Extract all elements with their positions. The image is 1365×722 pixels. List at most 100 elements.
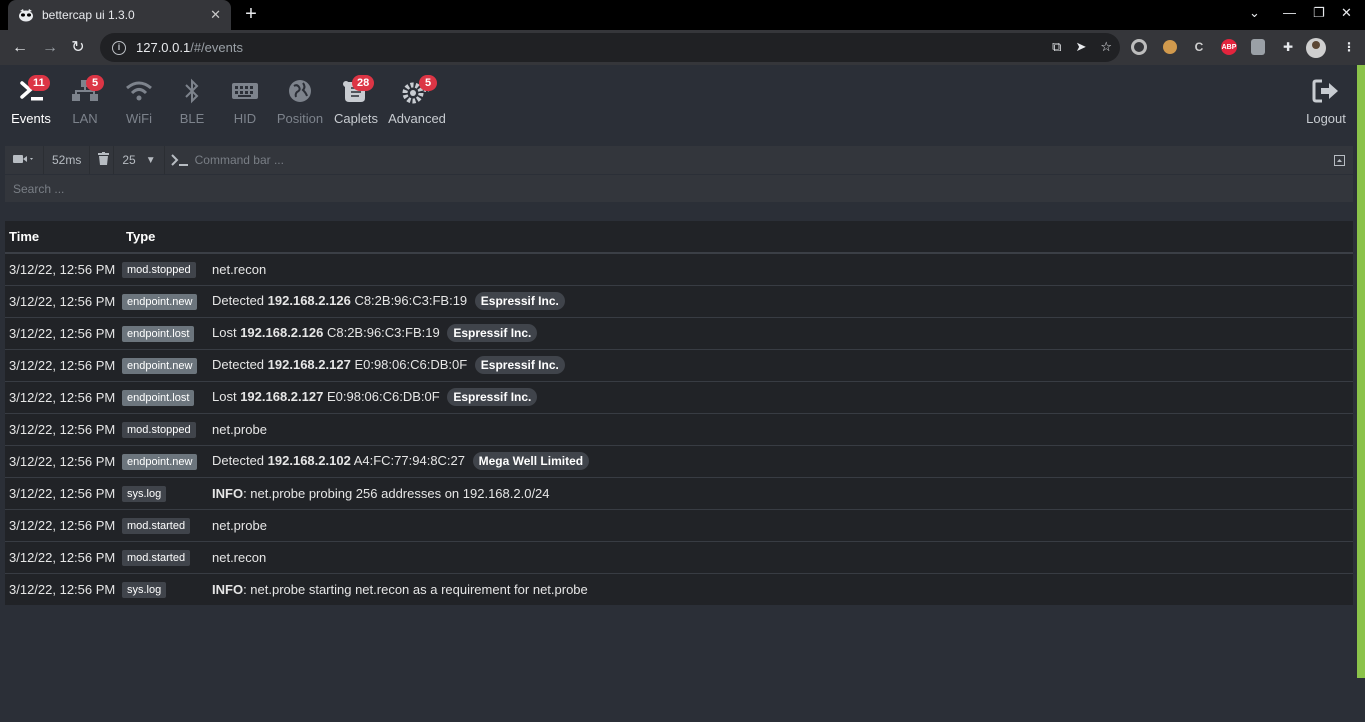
lan-badge: 5	[86, 75, 104, 91]
clear-events-button[interactable]	[90, 146, 115, 174]
site-info-icon[interactable]: i	[112, 40, 126, 55]
tab-search-icon[interactable]: ⌄	[1249, 5, 1260, 21]
bettercap-favicon-icon	[18, 7, 34, 23]
event-type-tag: endpoint.new	[122, 293, 198, 310]
notepad-extension-icon[interactable]	[1251, 39, 1265, 55]
log-message: : net.probe probing 256 addresses on 192…	[243, 485, 550, 501]
event-description: Lost 192.168.2.127 E0:98:06:C6:DB:0F Esp…	[212, 380, 1353, 413]
delay-value: 52ms	[44, 146, 91, 174]
event-type-tag: endpoint.new	[122, 453, 198, 470]
endpoint-ip: 192.168.2.127	[240, 389, 324, 404]
keyboard-icon	[229, 77, 261, 105]
event-time: 3/12/22, 12:56 PM	[5, 572, 122, 605]
events-table: Time Type 3/12/22, 12:56 PM mod.stopped …	[5, 221, 1353, 605]
new-tab-icon[interactable]: +	[240, 3, 262, 26]
nav-hid[interactable]: HID	[229, 77, 261, 126]
nav-events[interactable]: 11 Events	[10, 75, 52, 126]
browser-menu-icon[interactable]: ⋮	[1340, 38, 1358, 56]
event-description: net.probe	[212, 412, 1353, 445]
table-row: 3/12/22, 12:56 PM endpoint.new Detected …	[5, 444, 1353, 477]
restore-icon[interactable]: ❐	[1313, 5, 1325, 21]
event-description: INFO: net.probe probing 256 addresses on…	[212, 476, 1353, 509]
back-icon[interactable]: ←	[8, 36, 32, 60]
nav-label: Logout	[1306, 111, 1346, 126]
column-header-type[interactable]: Type	[122, 221, 1353, 254]
url-path: /#/events	[190, 40, 243, 55]
event-time: 3/12/22, 12:56 PM	[5, 348, 122, 381]
table-row: 3/12/22, 12:56 PM sys.log INFO: net.prob…	[5, 572, 1353, 605]
browser-tab-strip: bettercap ui 1.3.0 ✕ + ⌄ — ❐ ✕	[0, 0, 1365, 30]
event-type-tag: mod.started	[122, 517, 191, 534]
caplets-badge: 28	[352, 75, 375, 91]
event-type-tag: mod.stopped	[122, 421, 196, 438]
nav-label: Events	[11, 111, 51, 126]
nav-logout[interactable]: Logout	[1303, 77, 1349, 126]
endpoint-mac: A4:FC:77:94:8C:27	[353, 453, 466, 468]
event-description: Detected 192.168.2.102 A4:FC:77:94:8C:27…	[212, 444, 1353, 477]
event-description: net.recon	[212, 252, 1353, 285]
event-time: 3/12/22, 12:56 PM	[5, 412, 122, 445]
translate-icon[interactable]: ⧉	[1052, 39, 1061, 55]
event-time: 3/12/22, 12:56 PM	[5, 444, 122, 477]
table-row: 3/12/22, 12:56 PM endpoint.new Detected …	[5, 348, 1353, 381]
endpoint-mac: C8:2B:96:C3:FB:19	[326, 325, 440, 340]
nav-label: BLE	[179, 111, 205, 126]
page-scrollbar[interactable]	[1357, 65, 1365, 678]
event-type-tag: sys.log	[122, 581, 167, 598]
c-extension-icon[interactable]: C	[1190, 38, 1208, 56]
record-dropdown[interactable]	[5, 146, 44, 174]
forward-icon[interactable]: →	[38, 36, 62, 60]
event-prefix: Detected	[212, 293, 265, 308]
endpoint-mac: C8:2B:96:C3:FB:19	[354, 293, 468, 308]
event-time: 3/12/22, 12:56 PM	[5, 252, 122, 285]
nav-wifi[interactable]: WiFi	[122, 77, 156, 126]
table-row: 3/12/22, 12:56 PM endpoint.lost Lost 192…	[5, 380, 1353, 413]
minimize-icon[interactable]: —	[1283, 5, 1296, 20]
send-icon[interactable]: ➤	[1075, 39, 1086, 55]
nav-label: HID	[233, 111, 257, 126]
event-time: 3/12/22, 12:56 PM	[5, 284, 122, 317]
event-type-tag: mod.started	[122, 549, 191, 566]
command-input[interactable]	[188, 146, 1326, 174]
bookmark-star-icon[interactable]: ☆	[1100, 39, 1112, 55]
tab-close-icon[interactable]: ✕	[210, 7, 221, 23]
vendor-badge: Espressif Inc.	[447, 388, 538, 406]
extensions-puzzle-icon[interactable]: ✚	[1279, 38, 1297, 56]
event-prefix: Lost	[212, 389, 237, 404]
command-bar: 52ms 25 ▼	[5, 146, 1353, 174]
column-header-time[interactable]: Time	[5, 221, 122, 254]
event-description: Detected 192.168.2.126 C8:2B:96:C3:FB:19…	[212, 284, 1353, 317]
nav-advanced[interactable]: 5 Advanced	[387, 75, 447, 126]
nav-position[interactable]: Position	[276, 77, 324, 126]
vendor-badge: Espressif Inc.	[447, 324, 538, 342]
event-time: 3/12/22, 12:56 PM	[5, 316, 122, 349]
browser-tab[interactable]: bettercap ui 1.3.0 ✕	[8, 0, 231, 30]
endpoint-ip: 192.168.2.126	[267, 293, 351, 308]
search-input[interactable]	[5, 175, 1353, 202]
nav-lan[interactable]: 5 LAN	[68, 75, 104, 126]
profile-avatar[interactable]	[1306, 38, 1326, 58]
table-row: 3/12/22, 12:56 PM endpoint.new Detected …	[5, 284, 1353, 317]
nav-ble[interactable]: BLE	[176, 77, 208, 126]
reload-icon[interactable]: ↻	[66, 36, 90, 60]
log-level: INFO	[212, 485, 244, 501]
event-type-tag: endpoint.lost	[122, 389, 195, 406]
table-row: 3/12/22, 12:56 PM endpoint.lost Lost 192…	[5, 316, 1353, 349]
collapse-icon[interactable]	[1326, 154, 1353, 166]
table-row: 3/12/22, 12:56 PM sys.log INFO: net.prob…	[5, 476, 1353, 509]
event-description: Detected 192.168.2.127 E0:98:06:C6:DB:0F…	[212, 348, 1353, 381]
gears-icon	[387, 77, 447, 105]
vendor-badge: Espressif Inc.	[474, 356, 565, 374]
nav-label: WiFi	[126, 111, 152, 126]
event-time: 3/12/22, 12:56 PM	[5, 380, 122, 413]
address-bar[interactable]: i 127.0.0.1 /#/events ⧉ ➤ ☆	[100, 33, 1120, 62]
chevron-down-icon: ▼	[145, 154, 156, 166]
limit-select[interactable]: 25 ▼	[114, 146, 165, 174]
nav-label: Advanced	[388, 111, 446, 126]
extension-circle-icon[interactable]	[1131, 39, 1147, 55]
event-prefix: Lost	[212, 325, 237, 340]
cookie-extension-icon[interactable]	[1163, 40, 1177, 54]
adblock-plus-icon[interactable]: ABP	[1221, 39, 1237, 55]
window-close-icon[interactable]: ✕	[1341, 5, 1352, 21]
nav-caplets[interactable]: 28 Caplets	[333, 75, 379, 126]
